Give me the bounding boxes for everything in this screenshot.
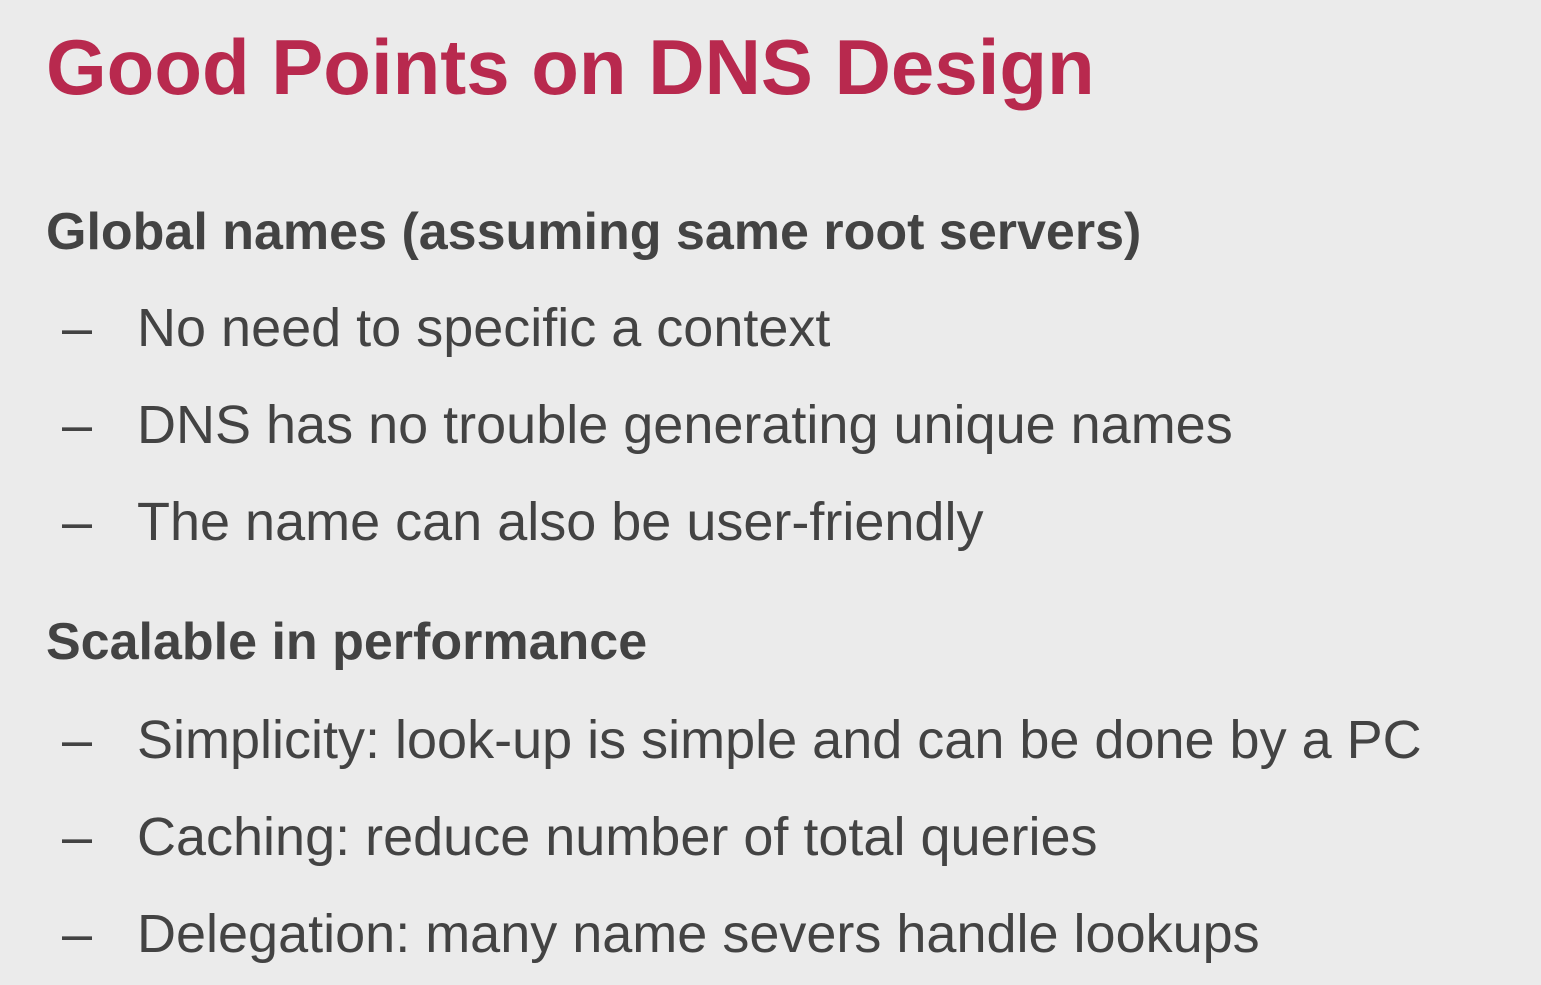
bullet-text: Simplicity: look-up is simple and can be…: [137, 710, 1422, 770]
bullet-item: – Caching: reduce number of total queries: [62, 807, 1098, 867]
bullet-item: – DNS has no trouble generating unique na…: [62, 395, 1233, 455]
bullet-text: Caching: reduce number of total queries: [137, 807, 1098, 867]
bullet-item: – Delegation: many name severs handle loo…: [62, 904, 1260, 964]
slide: Good Points on DNS Design Global names (…: [0, 0, 1541, 985]
bullet-dash: –: [62, 807, 93, 867]
bullet-text: No need to specific a context: [137, 298, 831, 358]
bullet-item: – No need to specific a context: [62, 298, 830, 358]
bullet-item: – Simplicity: look-up is simple and can b…: [62, 710, 1422, 770]
bullet-dash: –: [62, 492, 93, 552]
bullet-item: – The name can also be user-friendly: [62, 492, 983, 552]
section-heading-global-names: Global names (assuming same root servers…: [46, 203, 1142, 261]
bullet-text: The name can also be user-friendly: [137, 492, 984, 552]
bullet-dash: –: [62, 395, 93, 455]
bullet-dash: –: [62, 298, 93, 358]
bullet-dash: –: [62, 904, 93, 964]
slide-title: Good Points on DNS Design: [46, 23, 1095, 111]
bullet-dash: –: [62, 710, 93, 770]
bullet-text: DNS has no trouble generating unique nam…: [137, 395, 1233, 455]
bullet-text: Delegation: many name severs handle look…: [137, 904, 1260, 964]
section-heading-scalable: Scalable in performance: [46, 613, 648, 671]
